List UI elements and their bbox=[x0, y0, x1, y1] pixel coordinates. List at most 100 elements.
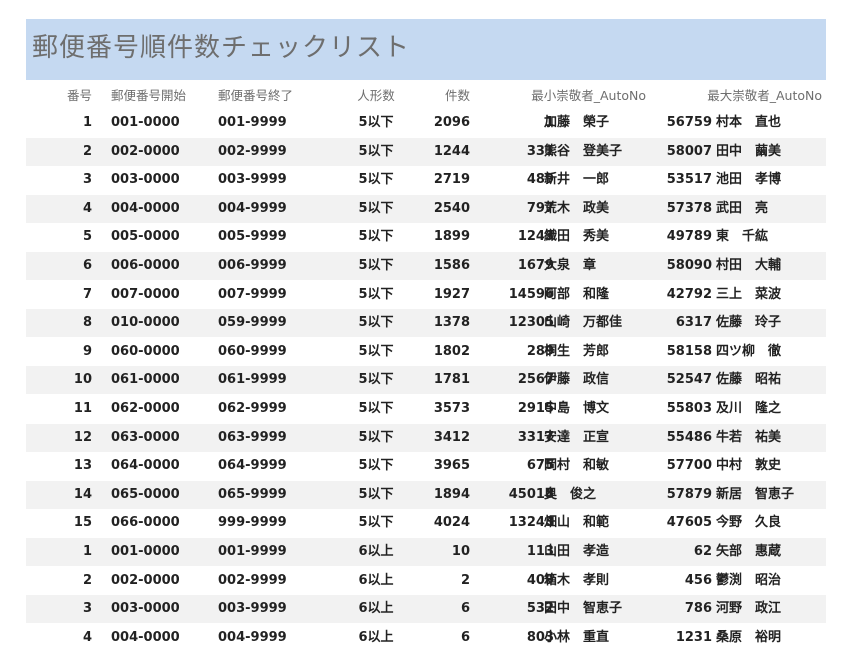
column-header-row: 番号 郵便番号開始 郵便番号終了 人形数 件数 最小崇敬者_AutoNo 最大崇… bbox=[26, 85, 826, 107]
max-autono: 42792 bbox=[666, 286, 712, 302]
people-count: 5以下 bbox=[358, 401, 394, 416]
min-name: 桐生 芳郎 bbox=[544, 343, 610, 359]
zip-start: 010-0000 bbox=[111, 315, 180, 331]
row-no: 4 bbox=[82, 629, 92, 645]
max-autono: 55486 bbox=[666, 429, 712, 445]
people-count: 5以下 bbox=[358, 429, 394, 445]
min-name: 畑山 和範 bbox=[544, 515, 610, 531]
zip-start: 066-0000 bbox=[111, 515, 180, 531]
table-row: 9 060-0000 060-9999 5以下 1802 289 桐生 芳郎 58158 四ツ柳… bbox=[26, 338, 826, 366]
record-count: 1894 bbox=[433, 486, 470, 502]
table-row: 2 002-0000 002-9999 6以上 2 409 箱木 孝則 456 鬱渕 昭治 bbox=[26, 567, 826, 595]
zip-start: 061-0000 bbox=[111, 372, 180, 388]
zip-end: 999-9999 bbox=[218, 515, 287, 531]
record-count: 6 bbox=[460, 601, 470, 617]
row-no: 14 bbox=[73, 486, 92, 502]
zip-end: 006-9999 bbox=[218, 258, 287, 273]
table-row: 3 003-0000 003-9999 5以下 2719 489 新井 一郎 53517 池田 … bbox=[26, 166, 826, 194]
min-name: 阿部 和隆 bbox=[544, 286, 610, 302]
people-count: 5以下 bbox=[358, 200, 394, 216]
table-row: 10 061-0000 061-9999 5以下 1781 2567 伊藤 政信 52547 佐… bbox=[26, 366, 826, 395]
max-autono: 49789 bbox=[666, 229, 712, 245]
max-name: 矢部 惠蔵 bbox=[716, 544, 782, 559]
record-count: 6 bbox=[460, 629, 470, 645]
zip-start: 003-0000 bbox=[111, 601, 180, 617]
zip-start: 065-0000 bbox=[111, 486, 180, 502]
people-count: 5以下 bbox=[358, 515, 394, 531]
zip-start: 004-0000 bbox=[111, 200, 180, 216]
max-name: 佐藤 玲子 bbox=[716, 315, 782, 331]
table-row: 3 003-0000 003-9999 6以上 6 532 田中 智恵子 786 河野 政江 bbox=[26, 595, 826, 624]
header-zip-end: 郵便番号終了 bbox=[218, 88, 294, 103]
max-autono: 6317 bbox=[675, 315, 712, 331]
report-title: 郵便番号順件数チェックリスト bbox=[32, 33, 411, 63]
max-autono: 786 bbox=[684, 601, 712, 617]
record-count: 3573 bbox=[433, 401, 470, 416]
max-autono: 58158 bbox=[666, 343, 712, 359]
table-row: 1 001-0000 001-9999 5以下 2096 1 加藤 榮子 56759 村本 直也 bbox=[26, 109, 826, 137]
people-count: 5以下 bbox=[358, 172, 394, 188]
min-name: 箱木 孝則 bbox=[544, 572, 610, 588]
zip-start: 003-0000 bbox=[111, 172, 180, 188]
row-no: 15 bbox=[73, 515, 92, 531]
header-no: 番号 bbox=[66, 88, 92, 103]
min-name: 安達 正宣 bbox=[544, 429, 610, 445]
min-name: 荒木 政美 bbox=[544, 200, 610, 216]
zip-end: 005-9999 bbox=[218, 229, 287, 245]
people-count: 5以下 bbox=[358, 143, 394, 159]
zip-end: 065-9999 bbox=[218, 486, 287, 502]
row-no: 11 bbox=[73, 401, 92, 416]
row-no: 4 bbox=[82, 200, 92, 216]
record-count: 2540 bbox=[433, 200, 470, 216]
record-count: 1378 bbox=[433, 315, 470, 331]
max-autono: 1231 bbox=[675, 629, 712, 645]
table-row: 8 010-0000 059-9999 5以下 1378 12305 山崎 万都佳 6317 佐… bbox=[26, 309, 826, 338]
max-name: 牛若 祐美 bbox=[716, 429, 782, 445]
zip-end: 007-9999 bbox=[218, 286, 287, 302]
zip-end: 060-9999 bbox=[218, 343, 287, 359]
people-count: 5以下 bbox=[358, 229, 394, 245]
record-count: 1927 bbox=[433, 286, 470, 302]
header-count: 件数 bbox=[444, 88, 470, 103]
row-no: 12 bbox=[73, 429, 92, 445]
report-header: 郵便番号順件数チェックリスト bbox=[26, 19, 826, 80]
zip-start: 060-0000 bbox=[111, 343, 180, 359]
header-max-autono: 最大崇敬者_AutoNo bbox=[707, 88, 822, 103]
min-name: 加藤 榮子 bbox=[544, 115, 610, 130]
zip-end: 059-9999 bbox=[218, 315, 287, 331]
max-name: 佐藤 昭祐 bbox=[716, 372, 782, 388]
zip-end: 004-9999 bbox=[218, 200, 287, 216]
people-count: 5以下 bbox=[358, 315, 394, 331]
people-count: 6以上 bbox=[358, 572, 394, 588]
table-row: 15 066-0000 999-9999 5以下 4024 13243 畑山 和範 47605… bbox=[26, 509, 826, 537]
people-count: 6以上 bbox=[358, 544, 394, 559]
people-count: 6以上 bbox=[358, 629, 394, 645]
table-row: 5 005-0000 005-9999 5以下 1899 1243 織田 秀美 49789 東 … bbox=[26, 223, 826, 251]
record-count: 1586 bbox=[433, 258, 470, 273]
min-name: 熊谷 登美子 bbox=[544, 143, 623, 159]
header-people: 人形数 bbox=[357, 88, 395, 103]
row-no: 9 bbox=[82, 343, 92, 359]
zip-end: 004-9999 bbox=[218, 629, 287, 645]
table-row: 12 063-0000 063-9999 5以下 3412 3317 安達 正宣 55486 牛… bbox=[26, 423, 826, 452]
zip-end: 064-9999 bbox=[218, 458, 287, 474]
zip-start: 005-0000 bbox=[111, 229, 180, 245]
record-count: 10 bbox=[451, 544, 470, 559]
zip-end: 061-9999 bbox=[218, 372, 287, 388]
max-name: 河野 政江 bbox=[716, 601, 782, 617]
min-name: 岡村 和敏 bbox=[544, 458, 610, 474]
zip-start: 001-0000 bbox=[111, 115, 180, 130]
row-no: 1 bbox=[82, 544, 92, 559]
zip-end: 002-9999 bbox=[218, 572, 287, 588]
zip-start: 004-0000 bbox=[111, 629, 180, 645]
max-autono: 456 bbox=[684, 572, 712, 588]
table-row: 7 007-0000 007-9999 5以下 1927 14596 阿部 和隆 42792 三… bbox=[26, 281, 826, 309]
min-name: 伊藤 政信 bbox=[544, 372, 610, 388]
record-count: 3412 bbox=[433, 429, 470, 445]
min-name: 山崎 万都佳 bbox=[544, 315, 623, 331]
record-count: 2096 bbox=[433, 115, 470, 130]
row-no: 13 bbox=[73, 458, 92, 474]
people-count: 5以下 bbox=[358, 343, 394, 359]
zip-end: 001-9999 bbox=[218, 115, 287, 130]
min-name: 山田 孝造 bbox=[544, 544, 610, 559]
